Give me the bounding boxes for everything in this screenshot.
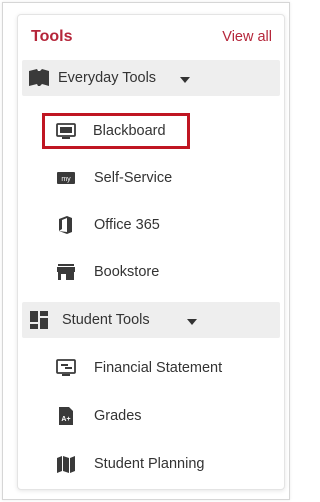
my-icon: my <box>56 169 76 187</box>
grades-icon-text: A+ <box>61 416 70 423</box>
tool-item-blackboard[interactable]: Blackboard <box>42 113 190 149</box>
caret-down-icon <box>179 72 191 83</box>
tool-item-label: Bookstore <box>94 264 160 280</box>
tool-item-label: Office 365 <box>94 217 160 233</box>
section-label: Student Tools <box>62 312 150 328</box>
tool-item-self-service[interactable]: my Self-Service <box>44 161 274 195</box>
tool-item-label: Blackboard <box>93 123 166 139</box>
tool-item-bookstore[interactable]: Bookstore <box>44 255 274 289</box>
tool-item-financial-statement[interactable]: Financial Statement <box>44 351 274 385</box>
my-icon-text: my <box>61 176 71 183</box>
tool-item-grades[interactable]: A+ Grades <box>44 399 274 433</box>
store-icon <box>56 263 76 281</box>
dashboard-icon <box>28 309 50 331</box>
section-label: Everyday Tools <box>58 70 157 86</box>
section-everyday-tools[interactable]: Everyday Tools <box>22 60 280 96</box>
tool-item-label: Financial Statement <box>94 360 223 376</box>
tool-item-office-365[interactable]: Office 365 <box>44 208 274 242</box>
tool-item-label: Grades <box>94 408 142 424</box>
section-student-tools[interactable]: Student Tools <box>22 302 280 338</box>
tool-item-label: Student Planning <box>94 456 205 472</box>
tools-header: Tools View all <box>18 15 284 59</box>
tools-widget: Tools View all Everyday Tools Blackboard <box>17 14 285 490</box>
grades-icon: A+ <box>56 407 76 425</box>
tool-item-label: Self-Service <box>94 170 173 186</box>
view-all-link[interactable]: View all <box>222 29 272 45</box>
blackboard-icon <box>56 122 76 140</box>
map-icon <box>56 455 76 473</box>
book-open-icon <box>28 67 50 89</box>
office-icon <box>56 216 76 234</box>
tool-item-student-planning[interactable]: Student Planning <box>44 447 274 481</box>
caret-down-icon <box>186 314 198 325</box>
tools-title: Tools <box>31 28 73 45</box>
financial-statement-icon <box>56 359 76 377</box>
